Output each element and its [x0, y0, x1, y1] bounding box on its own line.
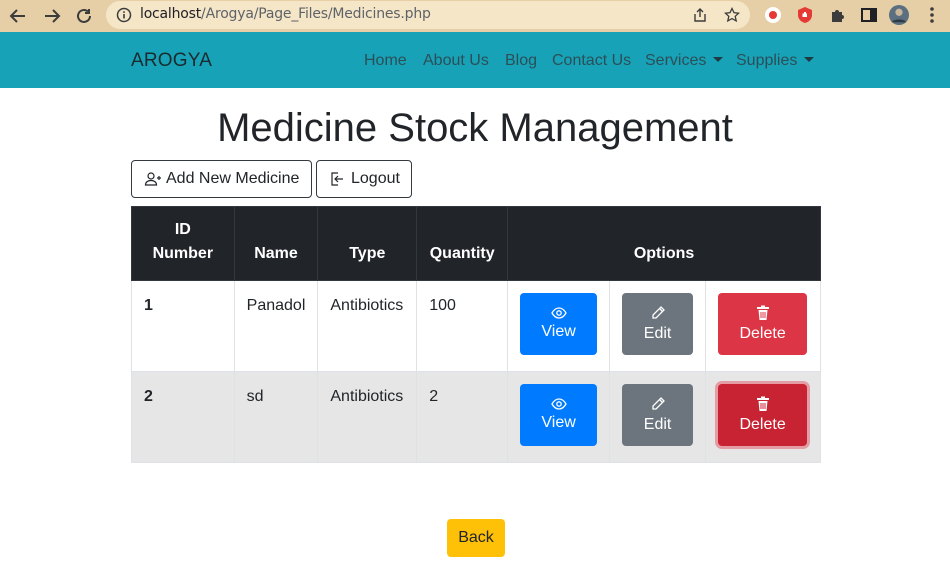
- delete-button[interactable]: Delete: [718, 384, 808, 446]
- pencil-icon: [651, 397, 665, 410]
- nav-home[interactable]: Home: [364, 52, 407, 70]
- medicine-table: ID Number Name Type Quantity Options 1 Pa…: [131, 206, 821, 463]
- back-button[interactable]: Back: [447, 519, 505, 557]
- url-text: localhost/Arogya/Page_Files/Medicines.ph…: [140, 6, 431, 22]
- logout-label: Logout: [351, 170, 400, 187]
- header-name: Name: [233, 206, 319, 281]
- share-icon[interactable]: [692, 7, 708, 27]
- nav-services-label: Services: [645, 52, 707, 69]
- view-label: View: [541, 414, 576, 431]
- nav-contact-us[interactable]: Contact Us: [552, 52, 631, 70]
- edit-button[interactable]: Edit: [622, 293, 694, 355]
- edit-label: Edit: [643, 416, 672, 433]
- nav-blog[interactable]: Blog: [505, 52, 537, 70]
- edit-button[interactable]: Edit: [622, 384, 694, 446]
- eye-icon: [550, 398, 567, 410]
- cell-id: 1: [131, 280, 235, 372]
- site-info-icon[interactable]: [116, 7, 132, 27]
- add-medicine-label: Add New Medicine: [166, 170, 300, 187]
- side-panel-icon[interactable]: [859, 5, 879, 25]
- cell-type: Antibiotics: [317, 280, 418, 372]
- person-add-icon: [144, 172, 161, 186]
- page-title: Medicine Stock Management: [217, 106, 733, 150]
- cell-name: Panadol: [233, 280, 319, 372]
- cell-quantity: 2: [416, 371, 509, 463]
- header-id-line1: ID: [174, 221, 191, 238]
- view-button[interactable]: View: [520, 384, 598, 446]
- pencil-icon: [651, 306, 665, 319]
- table-header-row: ID Number Name Type Quantity Options: [131, 206, 821, 281]
- header-id-number: ID Number: [131, 206, 235, 281]
- table-row: 1 Panadol Antibiotics 100 View Edit Dele…: [131, 280, 821, 372]
- cell-view: View: [507, 371, 611, 463]
- puzzle-extensions-icon[interactable]: [828, 5, 848, 25]
- cell-edit: Edit: [609, 280, 707, 372]
- nav-services-dropdown[interactable]: Services: [645, 52, 724, 70]
- delete-label: Delete: [739, 325, 786, 342]
- nav-about-us[interactable]: About Us: [423, 52, 489, 70]
- browser-toolbar: localhost/Arogya/Page_Files/Medicines.ph…: [0, 0, 950, 32]
- add-medicine-button[interactable]: Add New Medicine: [131, 160, 312, 198]
- caret-down-icon: [713, 57, 724, 62]
- browser-menu-icon[interactable]: [922, 5, 942, 25]
- edit-label: Edit: [643, 325, 672, 342]
- table-row: 2 sd Antibiotics 2 View Edit Delete: [131, 371, 821, 463]
- header-quantity: Quantity: [416, 206, 509, 281]
- delete-button[interactable]: Delete: [718, 293, 808, 355]
- site-navbar: AROGYA Home About Us Blog Contact Us Ser…: [0, 32, 950, 88]
- nav-supplies-dropdown[interactable]: Supplies: [736, 52, 815, 70]
- trash-icon: [756, 396, 769, 411]
- eye-icon: [550, 307, 567, 319]
- header-options: Options: [507, 206, 821, 281]
- cell-id: 2: [131, 371, 235, 463]
- view-label: View: [541, 323, 576, 340]
- profile-avatar-icon[interactable]: [889, 5, 909, 25]
- cell-delete: Delete: [705, 280, 821, 372]
- view-button[interactable]: View: [520, 293, 598, 355]
- logout-icon: [331, 172, 343, 186]
- cell-edit: Edit: [609, 371, 707, 463]
- brand-logo[interactable]: AROGYA: [131, 50, 212, 72]
- logout-button[interactable]: Logout: [316, 160, 412, 198]
- header-type: Type: [317, 206, 418, 281]
- forward-arrow-icon[interactable]: [40, 4, 64, 28]
- record-extension-icon[interactable]: [763, 5, 783, 25]
- caret-down-icon: [804, 57, 815, 62]
- header-id-line2: Number: [152, 245, 214, 262]
- cell-type: Antibiotics: [317, 371, 418, 463]
- cell-delete: Delete: [705, 371, 821, 463]
- adblock-extension-icon[interactable]: [795, 5, 815, 25]
- bookmark-star-icon[interactable]: [723, 6, 741, 27]
- url-host: localhost: [140, 6, 202, 22]
- reload-icon[interactable]: [72, 4, 96, 28]
- address-bar[interactable]: localhost/Arogya/Page_Files/Medicines.ph…: [106, 1, 750, 29]
- cell-quantity: 100: [416, 280, 509, 372]
- url-path: /Arogya/Page_Files/Medicines.php: [201, 6, 431, 22]
- back-arrow-icon[interactable]: [6, 4, 30, 28]
- cell-name: sd: [233, 371, 319, 463]
- trash-icon: [756, 305, 769, 320]
- nav-supplies-label: Supplies: [736, 52, 798, 69]
- cell-view: View: [507, 280, 611, 372]
- delete-label: Delete: [739, 416, 786, 433]
